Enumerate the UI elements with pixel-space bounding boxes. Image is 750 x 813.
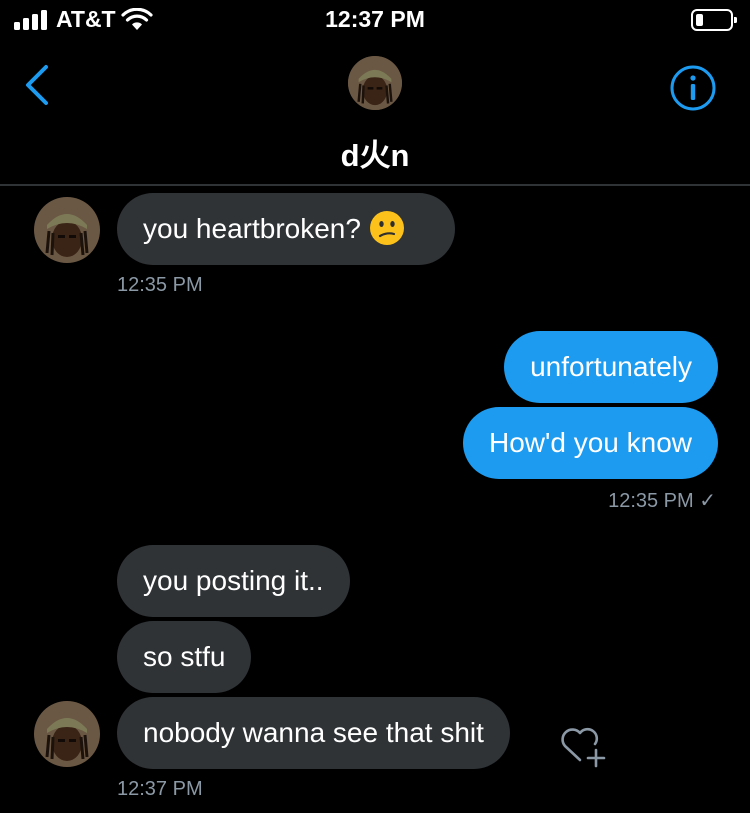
conversation-header: d火n: [0, 44, 750, 186]
message-bubble-sent[interactable]: unfortunately: [504, 331, 718, 403]
info-icon[interactable]: [669, 64, 717, 112]
message-bubble-received[interactable]: so stfu: [117, 621, 252, 693]
message-timestamp: 12:37 PM: [117, 778, 203, 800]
back-chevron-icon[interactable]: [22, 64, 52, 106]
contact-avatar[interactable]: [348, 56, 402, 110]
confused-face-emoji: [369, 210, 404, 245]
battery-icon: [691, 9, 737, 31]
status-bar: AT&T 12:37 PM: [0, 0, 750, 44]
message-bubble-sent[interactable]: How'd you know: [463, 407, 718, 479]
message-bubble-received[interactable]: you posting it..: [117, 545, 350, 617]
message-timestamp: 12:35 PM: [117, 274, 203, 296]
status-time: 12:37 PM: [325, 6, 425, 32]
message-timestamp: 12:35 PM ✓: [608, 490, 716, 512]
message-bubble-received[interactable]: you heartbroken?: [117, 193, 455, 265]
sender-avatar[interactable]: [34, 197, 100, 263]
message-text: you heartbroken?: [143, 213, 361, 244]
message-bubble-received[interactable]: nobody wanna see that shit: [117, 697, 510, 769]
heart-plus-icon[interactable]: [556, 720, 610, 770]
sender-avatar[interactable]: [34, 701, 100, 767]
contact-name[interactable]: d火n: [0, 130, 750, 175]
